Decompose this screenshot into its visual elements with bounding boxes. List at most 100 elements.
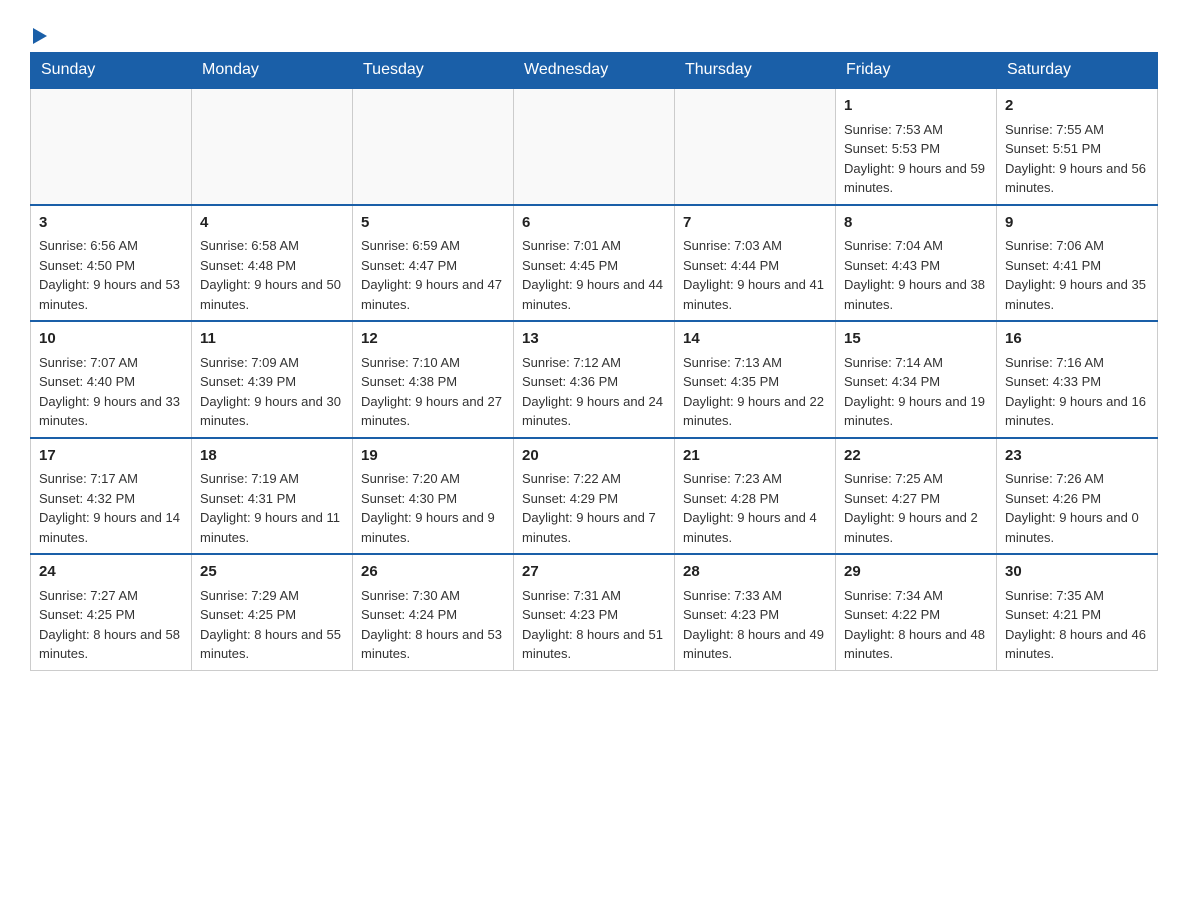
day-number: 24 [39,561,183,584]
sunrise-text: Sunrise: 7:29 AM [200,588,299,603]
day-number: 15 [844,328,988,351]
sunrise-text: Sunrise: 6:58 AM [200,238,299,253]
daylight-text: Daylight: 9 hours and 11 minutes. [200,510,340,545]
sunset-text: Sunset: 4:31 PM [200,491,296,506]
calendar-day-cell: 26Sunrise: 7:30 AMSunset: 4:24 PMDayligh… [353,554,514,670]
sunrise-text: Sunrise: 7:09 AM [200,355,299,370]
calendar-day-cell [192,88,353,205]
calendar-day-cell: 21Sunrise: 7:23 AMSunset: 4:28 PMDayligh… [675,438,836,555]
sunset-text: Sunset: 4:47 PM [361,258,457,273]
day-number: 28 [683,561,827,584]
day-number: 6 [522,212,666,235]
daylight-text: Daylight: 9 hours and 2 minutes. [844,510,978,545]
calendar-day-cell: 29Sunrise: 7:34 AMSunset: 4:22 PMDayligh… [836,554,997,670]
sunrise-text: Sunrise: 7:14 AM [844,355,943,370]
sunrise-text: Sunrise: 7:34 AM [844,588,943,603]
weekday-header-friday: Friday [836,53,997,89]
calendar-day-cell: 7Sunrise: 7:03 AMSunset: 4:44 PMDaylight… [675,205,836,322]
day-number: 5 [361,212,505,235]
calendar-day-cell: 19Sunrise: 7:20 AMSunset: 4:30 PMDayligh… [353,438,514,555]
calendar-day-cell: 17Sunrise: 7:17 AMSunset: 4:32 PMDayligh… [31,438,192,555]
sunset-text: Sunset: 4:40 PM [39,374,135,389]
sunset-text: Sunset: 4:48 PM [200,258,296,273]
weekday-header-monday: Monday [192,53,353,89]
day-number: 9 [1005,212,1149,235]
sunset-text: Sunset: 4:36 PM [522,374,618,389]
weekday-header-saturday: Saturday [997,53,1158,89]
daylight-text: Daylight: 9 hours and 44 minutes. [522,277,663,312]
daylight-text: Daylight: 9 hours and 22 minutes. [683,394,824,429]
sunrise-text: Sunrise: 7:19 AM [200,471,299,486]
day-number: 18 [200,445,344,468]
sunrise-text: Sunrise: 7:23 AM [683,471,782,486]
calendar-day-cell: 11 Sunrise: 7:09 AM Sunset: 4:39 PM Dayligh… [192,321,353,438]
daylight-text: Daylight: 9 hours and 41 minutes. [683,277,824,312]
sunset-text: Sunset: 4:44 PM [683,258,779,273]
day-number: 14 [683,328,827,351]
calendar-day-cell: 30Sunrise: 7:35 AMSunset: 4:21 PMDayligh… [997,554,1158,670]
calendar-week-row: 3Sunrise: 6:56 AMSunset: 4:50 PMDaylight… [31,205,1158,322]
calendar-day-cell [675,88,836,205]
sunrise-text: Sunrise: 7:53 AM [844,122,943,137]
sunset-text: Sunset: 5:51 PM [1005,141,1101,156]
daylight-text: Daylight: 8 hours and 46 minutes. [1005,627,1146,662]
daylight-text: Daylight: 9 hours and 24 minutes. [522,394,663,429]
calendar-day-cell: 9Sunrise: 7:06 AMSunset: 4:41 PMDaylight… [997,205,1158,322]
calendar-day-cell: 6Sunrise: 7:01 AMSunset: 4:45 PMDaylight… [514,205,675,322]
sunset-text: Sunset: 4:25 PM [200,607,296,622]
sunset-text: Sunset: 4:28 PM [683,491,779,506]
calendar-day-cell: 14Sunrise: 7:13 AMSunset: 4:35 PMDayligh… [675,321,836,438]
sunrise-text: Sunrise: 7:07 AM [39,355,138,370]
calendar-day-cell: 18 Sunrise: 7:19 AM Sunset: 4:31 PM Dayligh… [192,438,353,555]
daylight-text: Daylight: 9 hours and 50 minutes. [200,277,341,312]
sunrise-text: Sunrise: 7:03 AM [683,238,782,253]
daylight-text: Daylight: 9 hours and 56 minutes. [1005,161,1146,196]
day-number: 1 [844,95,988,118]
calendar-day-cell: 16Sunrise: 7:16 AMSunset: 4:33 PMDayligh… [997,321,1158,438]
sunset-text: Sunset: 4:50 PM [39,258,135,273]
calendar-header: SundayMondayTuesdayWednesdayThursdayFrid… [31,53,1158,89]
daylight-text: Daylight: 8 hours and 58 minutes. [39,627,180,662]
weekday-header-wednesday: Wednesday [514,53,675,89]
calendar-day-cell: 5 Sunrise: 6:59 AM Sunset: 4:47 PM Daylight… [353,205,514,322]
day-number: 2 [1005,95,1149,118]
sunrise-text: Sunrise: 7:27 AM [39,588,138,603]
day-number: 17 [39,445,183,468]
calendar-day-cell [514,88,675,205]
daylight-text: Daylight: 9 hours and 27 minutes. [361,394,502,429]
sunset-text: Sunset: 4:32 PM [39,491,135,506]
logo-arrow-icon [33,28,47,44]
sunset-text: Sunset: 4:23 PM [522,607,618,622]
calendar-day-cell: 10Sunrise: 7:07 AMSunset: 4:40 PMDayligh… [31,321,192,438]
day-number: 23 [1005,445,1149,468]
sunrise-text: Sunrise: 7:17 AM [39,471,138,486]
day-number: 11 [200,328,344,351]
day-number: 10 [39,328,183,351]
sunrise-text: Sunrise: 6:59 AM [361,238,460,253]
day-number: 21 [683,445,827,468]
weekday-header-row: SundayMondayTuesdayWednesdayThursdayFrid… [31,53,1158,89]
sunrise-text: Sunrise: 7:12 AM [522,355,621,370]
daylight-text: Daylight: 9 hours and 9 minutes. [361,510,495,545]
sunset-text: Sunset: 4:41 PM [1005,258,1101,273]
logo [30,20,47,42]
daylight-text: Daylight: 9 hours and 47 minutes. [361,277,502,312]
sunrise-text: Sunrise: 7:25 AM [844,471,943,486]
sunset-text: Sunset: 4:38 PM [361,374,457,389]
daylight-text: Daylight: 8 hours and 53 minutes. [361,627,502,662]
sunrise-text: Sunrise: 7:26 AM [1005,471,1104,486]
sunset-text: Sunset: 4:30 PM [361,491,457,506]
sunrise-text: Sunrise: 6:56 AM [39,238,138,253]
daylight-text: Daylight: 9 hours and 7 minutes. [522,510,656,545]
day-number: 4 [200,212,344,235]
calendar-day-cell: 27Sunrise: 7:31 AMSunset: 4:23 PMDayligh… [514,554,675,670]
sunset-text: Sunset: 4:29 PM [522,491,618,506]
calendar-day-cell: 25Sunrise: 7:29 AMSunset: 4:25 PMDayligh… [192,554,353,670]
sunrise-text: Sunrise: 7:10 AM [361,355,460,370]
sunset-text: Sunset: 4:25 PM [39,607,135,622]
sunset-text: Sunset: 4:27 PM [844,491,940,506]
sunrise-text: Sunrise: 7:31 AM [522,588,621,603]
day-number: 8 [844,212,988,235]
sunset-text: Sunset: 4:39 PM [200,374,296,389]
daylight-text: Daylight: 9 hours and 30 minutes. [200,394,341,429]
